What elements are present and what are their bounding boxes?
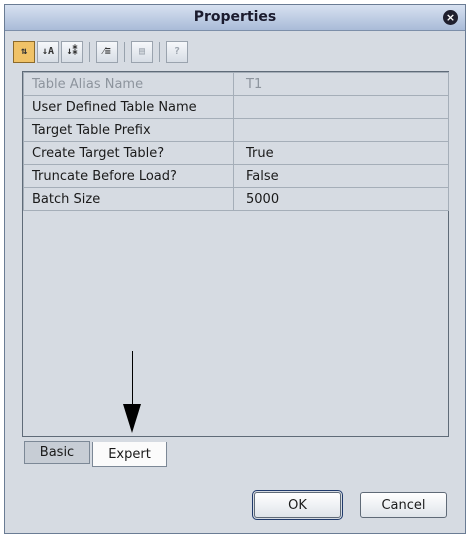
cancel-button[interactable]: Cancel: [360, 492, 447, 518]
property-name: Create Target Table?: [23, 141, 234, 165]
categorized-view-icon[interactable]: ⇅: [13, 40, 35, 63]
property-row[interactable]: Target Table Prefix: [23, 118, 449, 142]
sort-alphabetical-icon[interactable]: ↓A: [37, 40, 59, 63]
property-row[interactable]: Table Alias Name T1: [23, 72, 449, 96]
property-value[interactable]: True: [233, 141, 449, 165]
sort-by-category-icon[interactable]: ↓⁑: [61, 40, 83, 63]
tab-basic[interactable]: Basic: [24, 441, 90, 464]
tab-expert[interactable]: Expert: [92, 442, 167, 467]
property-value[interactable]: False: [233, 164, 449, 188]
toolbar-separator: [159, 41, 160, 62]
properties-dialog: Properties × ⇅ ↓A ↓⁑ ⁄≡ ▤ ? Table Alias …: [4, 4, 466, 534]
property-value[interactable]: [233, 95, 449, 119]
toolbar-separator: [124, 41, 125, 62]
close-icon[interactable]: ×: [443, 10, 458, 25]
resize-grip[interactable]: [6, 526, 12, 532]
description-toggle-icon[interactable]: ▤: [131, 40, 153, 63]
property-value[interactable]: 5000: [233, 187, 449, 211]
dialog-title: Properties: [193, 9, 277, 25]
property-value[interactable]: T1: [233, 72, 449, 96]
annotation-arrow-shaft: [132, 351, 133, 404]
property-row[interactable]: User Defined Table Name: [23, 95, 449, 119]
property-name: Target Table Prefix: [23, 118, 234, 142]
property-name: Table Alias Name: [23, 72, 234, 96]
property-name: Batch Size: [23, 187, 234, 211]
property-name: User Defined Table Name: [23, 95, 234, 119]
title-bar[interactable]: Properties ×: [5, 5, 465, 31]
property-name: Truncate Before Load?: [23, 164, 234, 188]
ok-button[interactable]: OK: [252, 490, 343, 520]
property-value[interactable]: [233, 118, 449, 142]
annotation-arrow-icon: [123, 404, 141, 433]
property-row[interactable]: Create Target Table? True: [23, 141, 449, 165]
property-sheet: Table Alias Name T1 User Defined Table N…: [22, 71, 449, 437]
property-row[interactable]: Batch Size 5000: [23, 187, 449, 211]
show-changed-icon[interactable]: ⁄≡: [96, 40, 118, 63]
property-row[interactable]: Truncate Before Load? False: [23, 164, 449, 188]
toolbar: ⇅ ↓A ↓⁑ ⁄≡ ▤ ?: [13, 39, 190, 64]
help-icon[interactable]: ?: [166, 40, 188, 63]
toolbar-separator: [89, 41, 90, 62]
property-table: Table Alias Name T1 User Defined Table N…: [23, 72, 449, 211]
